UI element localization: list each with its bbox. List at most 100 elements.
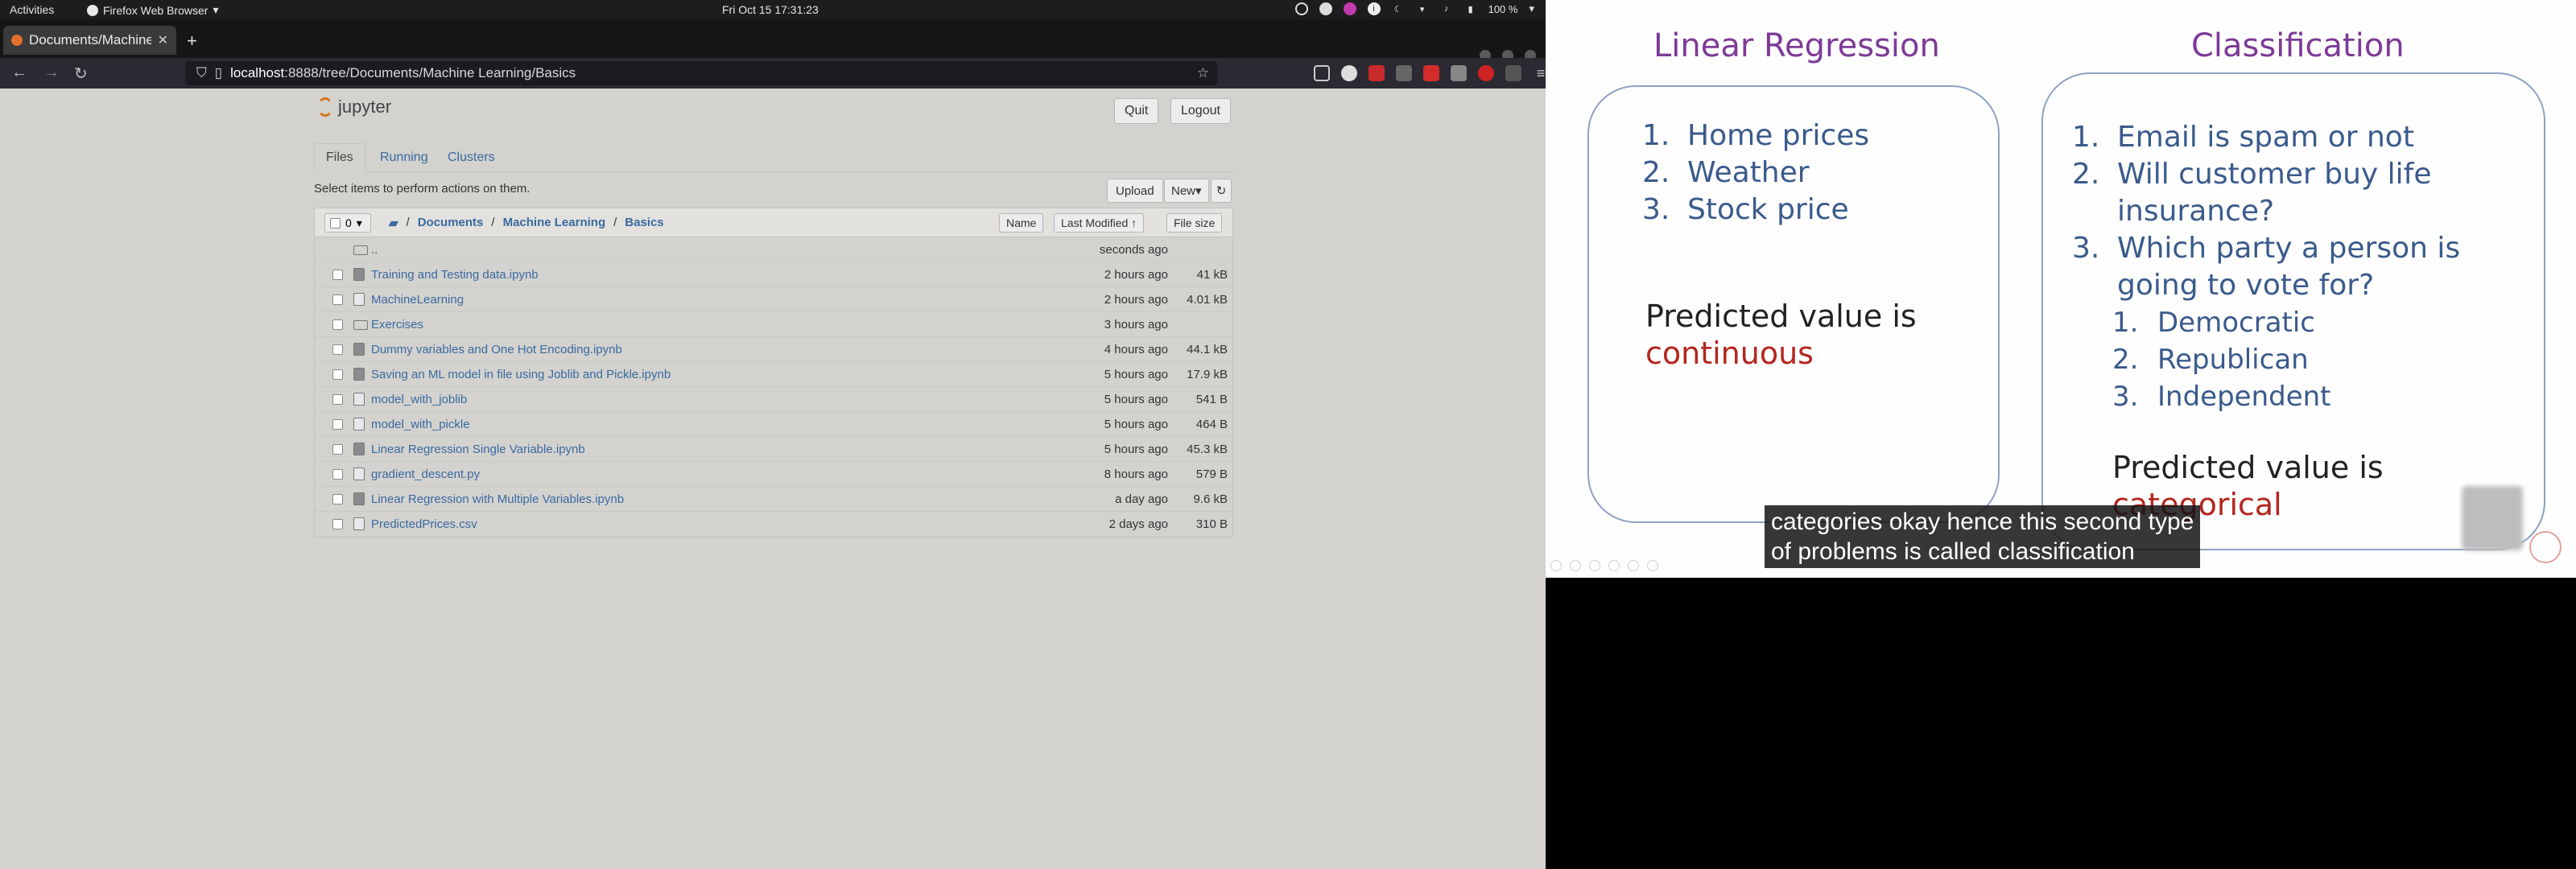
sub-list-item: 2. Republican <box>2072 341 2531 378</box>
tab-files[interactable]: Files <box>314 143 365 172</box>
video-caption: categories okay hence this second type o… <box>1765 505 2201 568</box>
row-checkbox[interactable] <box>332 344 343 355</box>
file-name-link[interactable]: Saving an ML model in file using Joblib … <box>371 368 671 381</box>
table-row[interactable]: .. seconds ago <box>315 237 1232 262</box>
folder-icon <box>353 320 368 330</box>
pocket-icon[interactable] <box>1314 65 1330 81</box>
sort-name-button[interactable]: Name <box>999 213 1044 233</box>
chevron-down-icon: ▾ <box>1195 184 1202 198</box>
select-all-checkbox[interactable] <box>330 217 341 229</box>
file-name-link[interactable]: Exercises <box>371 318 423 332</box>
row-checkbox[interactable] <box>332 519 343 529</box>
file-name-link[interactable]: MachineLearning <box>371 293 464 307</box>
upload-button[interactable]: Upload <box>1107 179 1163 203</box>
row-checkbox[interactable] <box>332 469 343 480</box>
file-icon <box>353 467 365 480</box>
row-checkbox[interactable] <box>332 294 343 305</box>
jupyter-logo[interactable]: jupyter <box>317 97 391 117</box>
table-row[interactable]: model_with_joblib 5 hours ago 541 B <box>315 387 1232 412</box>
back-arrow-icon[interactable]: ← <box>11 64 27 82</box>
folder-home-icon[interactable]: ▰ <box>389 216 398 230</box>
close-icon[interactable]: ✕ <box>158 32 168 48</box>
new-label: New <box>1171 183 1196 198</box>
extension-icon[interactable] <box>1423 65 1439 81</box>
table-row[interactable]: model_with_pickle 5 hours ago 464 B <box>315 412 1232 437</box>
file-modified: 8 hours ago <box>1104 467 1168 481</box>
system-tray[interactable]: i ☾ ▾ ♪ ▮ 100 % ▾ <box>1294 2 1534 15</box>
table-row[interactable]: Linear Regression with Multiple Variable… <box>315 487 1232 512</box>
breadcrumb-item[interactable]: Documents <box>418 216 484 230</box>
file-name-link[interactable]: model_with_joblib <box>371 393 467 406</box>
table-row[interactable]: Training and Testing data.ipynb 2 hours a… <box>315 262 1232 287</box>
tab-running[interactable]: Running <box>369 143 440 172</box>
selected-count: 0 <box>345 216 352 229</box>
sub-list-item: 3. Independent <box>2072 378 2531 415</box>
hamburger-menu-icon[interactable]: ≡ <box>1533 65 1546 81</box>
battery-icon: ▮ <box>1468 4 1473 14</box>
table-row[interactable]: gradient_descent.py 8 hours ago 579 B <box>315 462 1232 487</box>
clock[interactable]: Fri Oct 15 17:31:23 <box>722 3 819 16</box>
activities-button[interactable]: Activities <box>10 3 54 16</box>
file-name-link[interactable]: model_with_pickle <box>371 418 470 431</box>
app-icon <box>1343 2 1356 15</box>
file-name-link[interactable]: PredictedPrices.csv <box>371 517 477 531</box>
prev-slide-icon[interactable] <box>1550 560 1562 571</box>
row-checkbox[interactable] <box>332 444 343 455</box>
row-checkbox[interactable] <box>332 494 343 505</box>
row-checkbox[interactable] <box>332 369 343 380</box>
breadcrumb-item[interactable]: Basics <box>625 216 663 230</box>
notebook-icon <box>353 368 365 381</box>
quit-button[interactable]: Quit <box>1114 98 1159 124</box>
sort-file-size-button[interactable]: File size <box>1166 213 1223 233</box>
pen-icon[interactable] <box>1589 560 1600 571</box>
app-menu[interactable]: Firefox Web Browser ▾ <box>87 3 218 17</box>
file-name-link[interactable]: Dummy variables and One Hot Encoding.ipy… <box>371 343 622 356</box>
browser-tab[interactable]: Documents/Machine ✕ <box>3 26 176 55</box>
file-name-link[interactable]: Training and Testing data.ipynb <box>371 268 539 282</box>
table-row[interactable]: Dummy variables and One Hot Encoding.ipy… <box>315 337 1232 362</box>
new-tab-button[interactable]: + <box>187 31 197 51</box>
zoom-icon[interactable] <box>1628 560 1639 571</box>
table-row[interactable]: PredictedPrices.csv 2 days ago 310 B <box>315 512 1232 537</box>
screenshot-icon[interactable] <box>1451 65 1467 81</box>
logout-button[interactable]: Logout <box>1170 98 1231 124</box>
table-row[interactable]: Saving an ML model in file using Joblib … <box>315 362 1232 387</box>
video-player[interactable]: Linear Regression Classification 1. Home … <box>1546 0 2576 869</box>
file-modified: 2 hours ago <box>1104 293 1168 307</box>
select-all-dropdown[interactable]: 0 ▾ <box>324 213 371 233</box>
file-name-link[interactable]: .. <box>371 243 378 257</box>
reload-icon[interactable]: ↻ <box>74 64 88 84</box>
row-checkbox[interactable] <box>332 319 343 330</box>
slides-icon[interactable] <box>1608 560 1620 571</box>
new-dropdown-button[interactable]: New ▾ <box>1164 179 1209 203</box>
extension-icon[interactable] <box>1478 65 1494 81</box>
account-icon[interactable] <box>1341 65 1357 81</box>
bookmark-star-icon[interactable]: ☆ <box>1197 65 1209 81</box>
extension-icon[interactable] <box>1396 65 1412 81</box>
breadcrumb-item[interactable]: Machine Learning <box>503 216 606 230</box>
extension-icon[interactable] <box>1505 65 1521 81</box>
file-name-link[interactable]: Linear Regression with Multiple Variable… <box>371 492 624 506</box>
file-modified: 2 hours ago <box>1104 268 1168 282</box>
more-icon[interactable] <box>1647 560 1658 571</box>
extension-icon[interactable] <box>1368 65 1385 81</box>
address-bar[interactable]: ⛉ ▯ localhost:8888/tree/Documents/Machin… <box>185 61 1217 85</box>
row-checkbox[interactable] <box>332 270 343 280</box>
table-row[interactable]: Exercises 3 hours ago <box>315 312 1232 337</box>
classification-list: 1. Email is spam or not 2. Will customer b… <box>2072 119 2531 415</box>
table-row[interactable]: Linear Regression Single Variable.ipynb 5… <box>315 437 1232 462</box>
file-name-link[interactable]: Linear Regression Single Variable.ipynb <box>371 443 585 456</box>
sort-last-modified-button[interactable]: Last Modified ↑ <box>1054 213 1145 233</box>
blurred-logo <box>2462 486 2523 550</box>
row-checkbox[interactable] <box>332 394 343 405</box>
slide-title-left: Linear Regression <box>1653 27 1940 64</box>
next-slide-icon[interactable] <box>1570 560 1581 571</box>
table-row[interactable]: MachineLearning 2 hours ago 4.01 kB <box>315 287 1232 312</box>
tab-clusters[interactable]: Clusters <box>436 143 506 172</box>
forward-arrow-icon[interactable]: → <box>43 64 60 82</box>
row-checkbox[interactable] <box>332 419 343 430</box>
refresh-icon[interactable]: ↻ <box>1211 179 1232 203</box>
list-item: 2. Will customer buy life insurance? <box>2072 156 2531 230</box>
extension-toolbar: ≡ <box>1314 65 1546 81</box>
file-name-link[interactable]: gradient_descent.py <box>371 467 480 481</box>
